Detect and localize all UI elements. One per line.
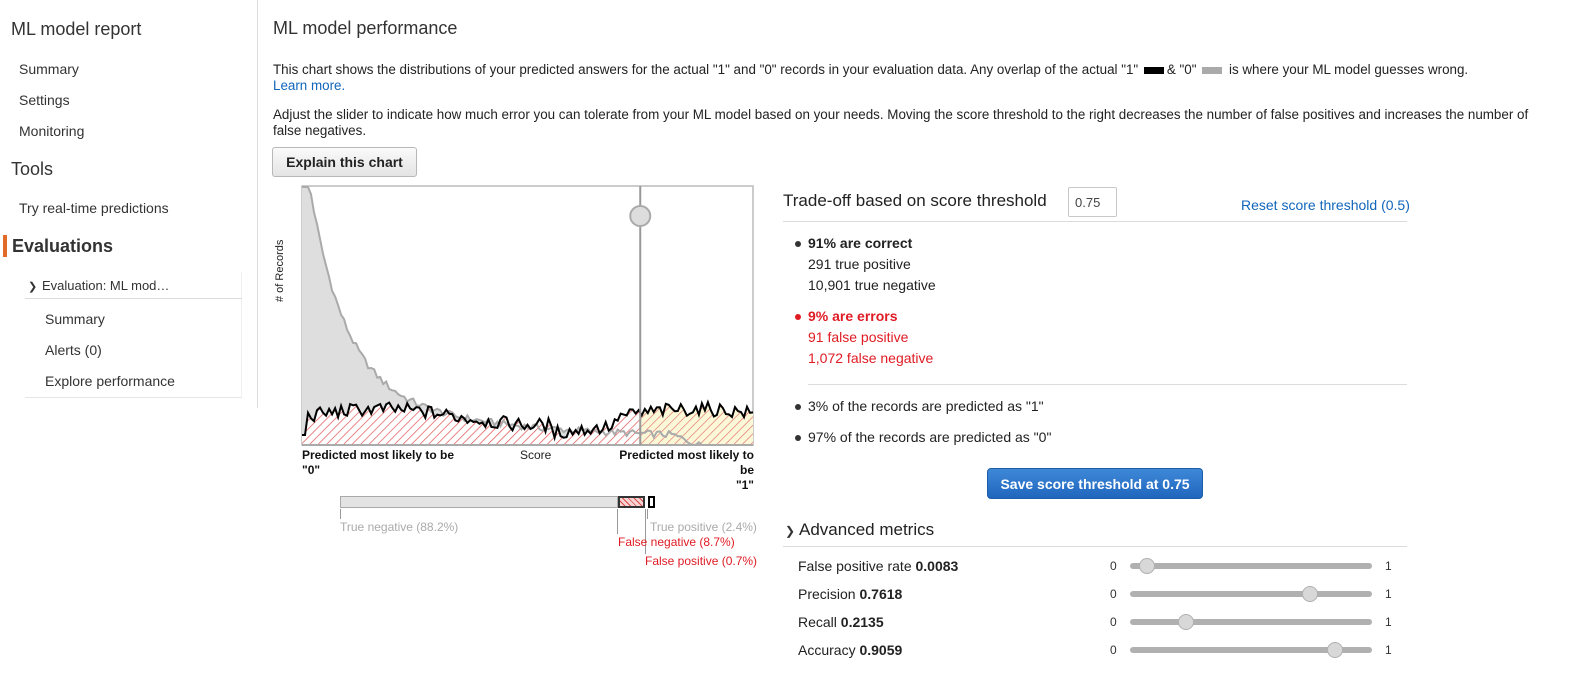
metric-min: 0 <box>1110 587 1117 601</box>
description-text-b: & "0" <box>1166 62 1197 77</box>
metric-track <box>1130 619 1372 625</box>
evaluation-item-alerts[interactable]: Alerts (0) <box>45 342 102 358</box>
metric-max: 1 <box>1385 559 1392 573</box>
metric-max: 1 <box>1385 643 1392 657</box>
metric-knob[interactable] <box>1139 558 1155 574</box>
explain-chart-button[interactable]: Explain this chart <box>272 147 417 177</box>
tick <box>340 509 341 519</box>
true-positive-count: 291 true positive <box>808 256 911 272</box>
bullet <box>795 435 801 441</box>
true-negative-segment <box>340 496 618 508</box>
errors-header: 9% are errors <box>808 308 898 324</box>
sidebar-item-settings[interactable]: Settings <box>19 92 70 108</box>
sidebar-item-summary[interactable]: Summary <box>19 61 79 77</box>
metric-label: Precision 0.7618 <box>798 586 902 602</box>
metric-label: False positive rate 0.0083 <box>798 558 958 574</box>
metric-min: 0 <box>1110 559 1117 573</box>
divider <box>783 546 1407 547</box>
chart-description: This chart shows the distributions of yo… <box>273 62 1548 94</box>
metric-name: Precision <box>798 586 856 602</box>
evaluation-toggle[interactable]: ❯ Evaluation: ML mod… <box>25 272 242 299</box>
correct-header: 91% are correct <box>808 235 913 251</box>
evaluation-item-explore-performance[interactable]: Explore performance <box>45 373 175 389</box>
description-text-a: This chart shows the distributions of yo… <box>273 62 1139 77</box>
metric-value: 0.0083 <box>915 558 959 574</box>
metric-name: Recall <box>798 614 837 630</box>
tick <box>647 509 648 519</box>
bullet <box>795 314 801 320</box>
metric-knob[interactable] <box>1302 586 1319 602</box>
metric-label: Recall 0.2135 <box>798 614 884 630</box>
score-distribution-chart: # of Records Predicted most likely to be… <box>272 176 772 576</box>
tick <box>617 509 618 534</box>
description-text-c: is where your ML model guesses wrong. <box>1228 62 1469 77</box>
threshold-slider-handle[interactable] <box>629 205 652 227</box>
report-title: ML model report <box>11 19 142 39</box>
x-left-label-line2: "0" <box>302 463 321 477</box>
metric-track <box>1130 591 1372 597</box>
slider-description: Adjust the slider to indicate how much e… <box>273 107 1529 138</box>
page-title: ML model performance <box>273 18 458 38</box>
tools-title: Tools <box>11 159 54 179</box>
sidebar-item-evaluations[interactable]: Evaluations <box>3 235 113 257</box>
metric-min: 0 <box>1110 615 1117 629</box>
x-left-label: Predicted most likely to be "0" <box>302 448 454 478</box>
false-negative-count: 1,072 false negative <box>808 350 934 366</box>
divider <box>808 384 1407 385</box>
false-positive-label: False positive (0.7%) <box>645 554 758 568</box>
x-right-label: Predicted most likely to be "1" <box>602 448 754 493</box>
metric-min: 0 <box>1110 643 1117 657</box>
metric-max: 1 <box>1385 615 1392 629</box>
x-axis-label: Score <box>520 448 552 462</box>
reset-threshold-link[interactable]: Reset score threshold (0.5) <box>1241 197 1410 213</box>
metric-name: False positive rate <box>798 558 912 574</box>
chevron-down-icon: ❯ <box>785 524 796 538</box>
bullet <box>795 404 801 410</box>
metric-label: Accuracy 0.9059 <box>798 642 902 658</box>
metric-value: 0.9059 <box>859 642 903 658</box>
actual-zero-swatch <box>1202 66 1223 74</box>
true-positive-label: True positive (2.4%) <box>650 520 757 534</box>
learn-more-link[interactable]: Learn more. <box>273 78 345 93</box>
evaluation-label: Evaluation: ML mod… <box>42 278 170 293</box>
bullet <box>795 241 801 247</box>
divider <box>783 221 1407 222</box>
sidebar-item-real-time-predictions[interactable]: Try real-time predictions <box>19 200 169 216</box>
outcome-distribution-bar <box>340 496 655 508</box>
metric-value: 0.2135 <box>840 614 884 630</box>
true-positive-segment <box>648 496 655 508</box>
actual-one-swatch <box>1143 66 1164 74</box>
false-negative-segment <box>617 496 646 508</box>
tradeoff-title: Trade-off based on score threshold <box>783 191 1047 210</box>
metric-value: 0.7618 <box>859 586 903 602</box>
y-axis-label: # of Records <box>274 239 286 302</box>
advanced-metrics-toggle[interactable]: ❯ Advanced metrics <box>785 520 934 540</box>
save-threshold-button[interactable]: Save score threshold at 0.75 <box>987 468 1203 499</box>
metric-track <box>1130 563 1372 569</box>
predicted-one-share: 3% of the records are predicted as "1" <box>808 398 1044 414</box>
x-right-label-line1: Predicted most likely to be <box>619 448 754 477</box>
metric-knob[interactable] <box>1327 642 1343 658</box>
predicted-zero-share: 97% of the records are predicted as "0" <box>808 429 1052 445</box>
advanced-metrics-title: Advanced metrics <box>799 520 935 539</box>
metric-knob[interactable] <box>1178 614 1195 630</box>
x-left-label-line1: Predicted most likely to be <box>302 448 455 462</box>
true-negative-count: 10,901 true negative <box>808 277 936 293</box>
metric-max: 1 <box>1385 587 1392 601</box>
false-negative-label: False negative (8.7%) <box>618 535 735 549</box>
threshold-input[interactable] <box>1068 187 1117 217</box>
evaluation-group: ❯ Evaluation: ML mod… Summary Alerts (0) … <box>25 272 242 398</box>
chevron-down-icon: ❯ <box>28 281 38 293</box>
metric-name: Accuracy <box>798 642 856 658</box>
sidebar: ML model report Summary Settings Monitor… <box>0 0 258 408</box>
chart-plot <box>301 185 754 446</box>
sidebar-item-monitoring[interactable]: Monitoring <box>19 123 84 139</box>
x-right-label-line2: "1" <box>735 478 754 492</box>
evaluation-item-summary[interactable]: Summary <box>45 311 105 327</box>
true-negative-label: True negative (88.2%) <box>340 520 459 534</box>
false-positive-count: 91 false positive <box>808 329 909 345</box>
